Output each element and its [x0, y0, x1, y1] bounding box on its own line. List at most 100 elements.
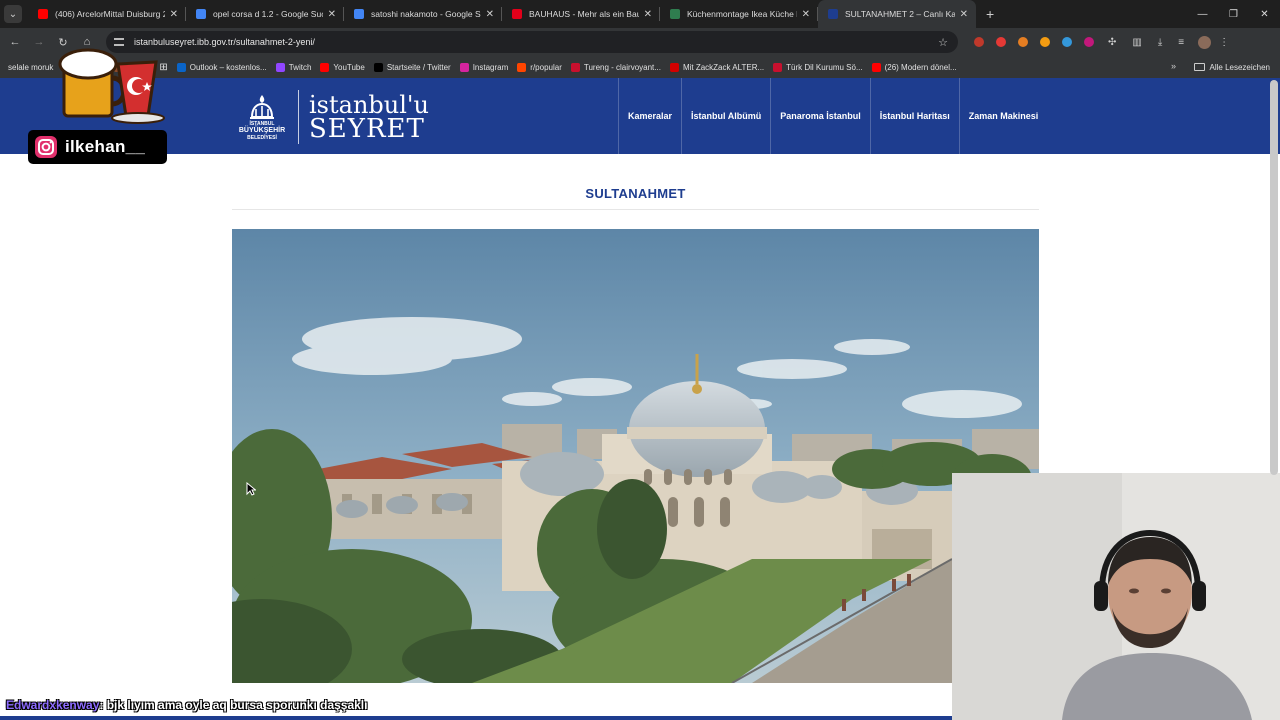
bookmark-item[interactable]: Outlook – kostenlos...: [176, 62, 267, 72]
bookmark-label: (26) Modern dönel...: [884, 62, 957, 72]
bookmark-favicon-icon: [373, 62, 383, 72]
tab-strip: ⌄ (406) ArcelorMittal Duisburg 20 ✕ opel c…: [0, 0, 1280, 28]
tab-title: (406) ArcelorMittal Duisburg 20: [55, 9, 165, 19]
bookmark-star-icon[interactable]: ☆: [938, 36, 948, 49]
tab-title: Küchenmontage Ikea Küche Mi: [687, 9, 797, 19]
tab-favicon-icon: [670, 9, 680, 19]
bookmarks-overflow-button[interactable]: »: [1171, 61, 1176, 71]
bookmark-label: Twitch: [288, 62, 312, 72]
menu-kebab-icon[interactable]: ⋮: [1219, 37, 1229, 48]
site-nav-item[interactable]: Kameralar: [618, 78, 681, 154]
chat-text: : bjk lıyım ama oyle aq bursa sporunkı d…: [99, 698, 368, 712]
browser-tab[interactable]: (406) ArcelorMittal Duisburg 20 ✕: [28, 0, 186, 28]
bookmark-label: Instagram: [472, 62, 509, 72]
page-scrollbar[interactable]: [1270, 80, 1278, 475]
beer-tea-sticker: [56, 44, 172, 124]
close-window-button[interactable]: ✕: [1249, 9, 1280, 20]
bookmark-item[interactable]: selale moruk: [8, 63, 53, 72]
webcam-image: [952, 473, 1280, 720]
bookmark-item[interactable]: Startseite / Twitter: [373, 62, 451, 72]
browser-toolbar: ← → ↻ ⌂ istanbuluseyret.ibb.gov.tr/sulta…: [0, 28, 1280, 56]
screen: { "browser": { "tabs": [ {"title": "(406…: [0, 0, 1280, 720]
site-nav-item[interactable]: İstanbul Haritası: [869, 78, 959, 154]
bookmark-label: r/popular: [530, 62, 562, 72]
instagram-badge: ilkehan__: [28, 130, 167, 164]
browser-tab[interactable]: SULTANAHMET 2 – Canlı Kamera ✕: [818, 0, 976, 28]
camera-image: [232, 229, 1039, 683]
extension-icon[interactable]: [1084, 37, 1094, 47]
extension-icon[interactable]: [1018, 37, 1028, 47]
live-camera-view[interactable]: [232, 229, 1039, 683]
bookmark-favicon-icon: [517, 62, 527, 72]
address-bar[interactable]: istanbuluseyret.ibb.gov.tr/sultanahmet-2…: [106, 31, 958, 53]
tab-close-icon[interactable]: ✕: [644, 9, 652, 20]
extension-icon[interactable]: [996, 37, 1006, 47]
bookmark-item[interactable]: Mit ZackZack ALTER...: [669, 62, 764, 72]
tab-favicon-icon: [196, 9, 206, 19]
download-icon[interactable]: ⤓: [1158, 37, 1162, 48]
forward-button[interactable]: →: [27, 36, 51, 48]
bookmark-favicon-icon: [275, 62, 285, 72]
logo-wordmark: istanbul'u SEYRET: [309, 93, 429, 144]
window-controls: — ❐ ✕: [1187, 0, 1280, 28]
back-button[interactable]: ←: [3, 36, 27, 48]
profile-avatar[interactable]: [1198, 35, 1212, 49]
tab-favicon-icon: [828, 9, 838, 19]
instagram-handle: ilkehan__: [65, 137, 146, 156]
bookmark-item[interactable]: Türk Dil Kurumu Sö...: [773, 62, 863, 72]
tab-close-icon[interactable]: ✕: [802, 9, 810, 20]
bookmark-item[interactable]: Instagram: [459, 62, 509, 72]
bookmark-label: Outlook – kostenlos...: [189, 62, 267, 72]
extension-icon[interactable]: [1062, 37, 1072, 47]
tab-title: SULTANAHMET 2 – Canlı Kamera: [845, 9, 955, 19]
streamer-webcam: [952, 473, 1280, 720]
footer-strip: [0, 716, 952, 720]
mouse-cursor-icon: [246, 482, 256, 496]
site-nav-item[interactable]: Zaman Makinesi: [958, 78, 1048, 154]
bookmark-item[interactable]: YouTube: [320, 62, 365, 72]
browser-tab[interactable]: Küchenmontage Ikea Küche Mi ✕: [660, 0, 818, 28]
tab-favicon-icon: [38, 9, 48, 19]
chat-message: Edwardxkenway: bjk lıyım ama oyle aq bur…: [6, 698, 367, 714]
extension-icon[interactable]: [974, 37, 984, 47]
restore-button[interactable]: ❐: [1218, 9, 1249, 20]
bookmark-item[interactable]: r/popular: [517, 62, 562, 72]
minimize-button[interactable]: —: [1187, 9, 1218, 20]
folder-icon: [1193, 63, 1205, 71]
tab-close-icon[interactable]: ✕: [170, 9, 178, 20]
tab-close-icon[interactable]: ✕: [486, 9, 494, 20]
site-nav-item[interactable]: Panaroma İstanbul: [770, 78, 870, 154]
logo-line-2: SEYRET: [309, 114, 425, 144]
tab-list: (406) ArcelorMittal Duisburg 20 ✕ opel cor…: [28, 0, 976, 28]
sidebar-icon[interactable]: ▥: [1132, 37, 1141, 48]
puzzle-icon[interactable]: ✣: [1108, 37, 1116, 48]
site-navigation: Kameralar İstanbul Albümü Panaroma İstanbu…: [618, 78, 1047, 154]
bookmark-label: Türk Dil Kurumu Sö...: [786, 62, 863, 72]
title-divider: [232, 209, 1039, 210]
bookmark-label: Tureng - clairvoyant...: [583, 62, 661, 72]
logo-small-line: BELEDİYESİ: [247, 135, 277, 141]
tab-favicon-icon: [354, 9, 364, 19]
bookmark-favicon-icon: [871, 62, 881, 72]
bookmark-favicon-icon: [320, 62, 330, 72]
extension-icon[interactable]: [1040, 37, 1050, 47]
tab-title: BAUHAUS - Mehr als ein Baumarkt: [529, 9, 639, 19]
bookmark-item[interactable]: Twitch: [275, 62, 312, 72]
tab-close-icon[interactable]: ✕: [960, 9, 968, 20]
beer-tea-graphic: [58, 48, 165, 124]
bookmark-favicon-icon: [570, 62, 580, 72]
site-logo[interactable]: İSTANBUL BÜYÜKŞEHİR BELEDİYESİ istanbul'…: [236, 90, 429, 144]
media-icon[interactable]: ≡: [1178, 37, 1184, 48]
tab-close-icon[interactable]: ✕: [328, 9, 336, 20]
tab-search-button[interactable]: ⌄: [4, 5, 22, 23]
site-header: İSTANBUL BÜYÜKŞEHİR BELEDİYESİ istanbul'…: [0, 78, 1280, 154]
all-bookmarks-button[interactable]: Alle Lesezeichen: [1193, 56, 1270, 78]
site-nav-item[interactable]: İstanbul Albümü: [681, 78, 770, 154]
new-tab-button[interactable]: +: [986, 6, 994, 22]
browser-tab[interactable]: satoshi nakamoto - Google Suche ✕: [344, 0, 502, 28]
bookmark-label: Startseite / Twitter: [386, 62, 451, 72]
bookmark-item[interactable]: Tureng - clairvoyant...: [570, 62, 661, 72]
bookmark-item[interactable]: (26) Modern dönel...: [871, 62, 957, 72]
browser-tab[interactable]: opel corsa d 1.2 - Google Suche ✕: [186, 0, 344, 28]
browser-tab[interactable]: BAUHAUS - Mehr als ein Baumarkt ✕: [502, 0, 660, 28]
